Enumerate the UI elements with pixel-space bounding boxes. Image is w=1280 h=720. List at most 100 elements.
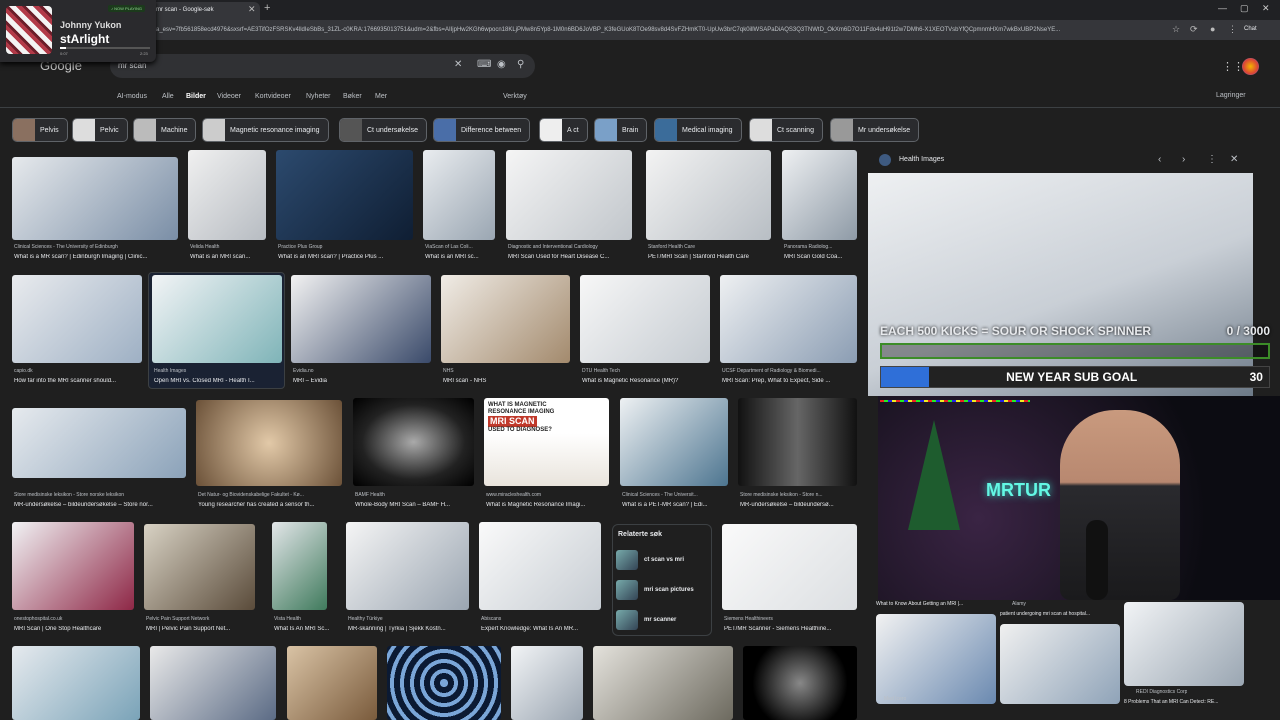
result-title[interactable]: MRI Scan Used for Heart Disease C...: [508, 254, 632, 260]
similar-image[interactable]: [876, 614, 996, 704]
result-title[interactable]: What is Magnetic Resonance Imagi...: [486, 502, 609, 508]
related-item[interactable]: mri scan pictures: [616, 580, 694, 600]
result-image[interactable]: [196, 400, 342, 486]
chip-mr-undersokelse[interactable]: Mr undersøkelse: [830, 118, 920, 142]
result-title[interactable]: What is an MRI scan...: [190, 254, 266, 260]
preview-image[interactable]: [868, 173, 1253, 396]
chip-pelvis[interactable]: Pelvis: [12, 118, 68, 142]
result-image[interactable]: [144, 524, 255, 610]
result-title[interactable]: Expert Knowledge: What Is An MR...: [481, 626, 601, 632]
result-title[interactable]: PET/MR Scanner - Siemens Healthine...: [724, 626, 857, 632]
result-title[interactable]: MR-skanning | Tyrkia | Sjekk Kostn...: [348, 626, 469, 632]
result-image[interactable]: [346, 522, 469, 610]
result-image[interactable]: [152, 275, 282, 363]
redi-title[interactable]: 8 Problems That an MRI Can Detect: RE...: [1124, 699, 1248, 705]
similar-image[interactable]: [1124, 602, 1244, 686]
result-title[interactable]: What is a MR scan? | Edinburgh Imaging |…: [14, 254, 178, 260]
minimize-icon[interactable]: —: [1218, 3, 1227, 13]
nav-mer[interactable]: Mer: [375, 93, 387, 100]
result-image[interactable]: [782, 150, 857, 240]
maximize-icon[interactable]: ▢: [1240, 3, 1249, 14]
chip-mri[interactable]: Magnetic resonance imaging: [202, 118, 329, 142]
more-icon[interactable]: ⋮: [1207, 154, 1217, 165]
nav-alle[interactable]: Alle: [162, 93, 174, 100]
result-image[interactable]: [12, 275, 142, 363]
chip-machine[interactable]: Machine: [133, 118, 197, 142]
url-field[interactable]: sca_esv=7fb561858ecd4976&sxsrf=AE3TifOzF…: [150, 24, 1160, 37]
browser-tab[interactable]: mr scan - Google-søk: [150, 2, 260, 20]
preview-source[interactable]: Health Images: [899, 156, 944, 163]
profile-icon[interactable]: ●: [1210, 24, 1215, 34]
result-image[interactable]: [743, 646, 857, 720]
similar-image[interactable]: [1000, 624, 1120, 704]
result-image[interactable]: [580, 275, 710, 363]
camera-icon[interactable]: ◉: [497, 59, 506, 70]
result-image[interactable]: [387, 646, 501, 720]
result-title[interactable]: MR-undersøkelse – bildeundersø...: [740, 502, 857, 508]
result-image[interactable]: [291, 275, 431, 363]
result-image[interactable]: [287, 646, 377, 720]
result-image[interactable]: [12, 157, 178, 240]
result-image[interactable]: [722, 524, 857, 610]
result-title[interactable]: PET/MRI Scan | Stanford Health Care: [648, 254, 771, 260]
result-title[interactable]: MRI Scan Gold Coa...: [784, 254, 857, 260]
result-title[interactable]: MRI | Pelvic Pain Support Net...: [146, 626, 255, 632]
result-image[interactable]: [423, 150, 495, 240]
result-image[interactable]: [738, 398, 857, 486]
saved-button[interactable]: Lagringer: [1216, 92, 1246, 99]
result-title[interactable]: What is an MRI scan? | Practice Plus ...: [278, 254, 412, 260]
result-image[interactable]: [12, 646, 140, 720]
result-image[interactable]: [506, 150, 632, 240]
result-title[interactable]: Open MRI vs. Closed MRI - Health I...: [154, 378, 282, 384]
result-title[interactable]: What is Magnetic Resonance (MR)?: [582, 378, 710, 384]
result-image[interactable]: [620, 398, 728, 486]
result-image[interactable]: [479, 522, 601, 610]
result-title[interactable]: What Is An MRI Sc...: [274, 626, 334, 632]
chip-medical-imaging[interactable]: Medical imaging: [654, 118, 742, 142]
chip-difference[interactable]: Difference between: [433, 118, 531, 142]
chat-button[interactable]: Chat: [1244, 23, 1278, 37]
chevron-left-icon[interactable]: ‹: [1158, 154, 1161, 165]
search-icon[interactable]: ⚲: [517, 59, 524, 70]
result-image[interactable]: [720, 275, 857, 363]
result-image[interactable]: [646, 150, 771, 240]
result-title[interactable]: MRI scan - NHS: [443, 378, 570, 384]
result-title[interactable]: What is an MRI sc...: [425, 254, 495, 260]
nav-boker[interactable]: Bøker: [343, 93, 362, 100]
bookmark-icon[interactable]: ☆: [1172, 24, 1180, 35]
nav-videoer[interactable]: Videoer: [217, 93, 241, 100]
apps-icon[interactable]: ⋮⋮: [1222, 60, 1244, 73]
window-close-icon[interactable]: ✕: [1262, 3, 1270, 14]
keyboard-icon[interactable]: ⌨: [477, 59, 491, 70]
close-icon[interactable]: ✕: [1230, 154, 1238, 165]
chip-brain[interactable]: Brain: [594, 118, 648, 142]
result-title[interactable]: MR-undersøkelse – bildeundersøkelse – St…: [14, 502, 186, 508]
result-image[interactable]: [150, 646, 276, 720]
nav-ai-modus[interactable]: AI-modus: [117, 93, 147, 100]
nav-kortvideoer[interactable]: Kortvideoer: [255, 93, 291, 100]
avatar[interactable]: [1242, 58, 1259, 75]
alamy-title[interactable]: patient undergoing mri scan at hospital.…: [1000, 611, 1122, 617]
extension-icon[interactable]: ⟳: [1190, 24, 1198, 35]
chip-a-ct[interactable]: A ct: [539, 118, 588, 142]
result-image[interactable]: [276, 150, 413, 240]
chevron-right-icon[interactable]: ›: [1182, 154, 1185, 165]
result-image[interactable]: [593, 646, 733, 720]
chip-ct-undersokelse[interactable]: Ct undersøkelse: [339, 118, 427, 142]
result-title[interactable]: What is a PET-MR scan? | Edi...: [622, 502, 728, 508]
chip-ct-scanning[interactable]: Ct scanning: [749, 118, 823, 142]
result-title[interactable]: MRI Scan: Prep, What to Expect, Side ...: [722, 378, 857, 384]
result-title[interactable]: MRI Scan | One Stop Healthcare: [14, 626, 134, 632]
related-item[interactable]: mr scanner: [616, 610, 676, 630]
preview-title[interactable]: What to Know About Getting an MRI |...: [876, 601, 994, 607]
close-icon[interactable]: ✕: [248, 4, 256, 15]
result-image[interactable]: [353, 398, 474, 486]
result-image[interactable]: [188, 150, 266, 240]
nav-nyheter[interactable]: Nyheter: [306, 93, 331, 100]
result-title[interactable]: How far into the MRI scanner should...: [14, 378, 142, 384]
search-box[interactable]: [110, 54, 535, 78]
tools-button[interactable]: Verktøy: [503, 93, 527, 100]
plus-icon[interactable]: +: [264, 2, 270, 14]
clear-icon[interactable]: ✕: [454, 59, 462, 70]
result-image[interactable]: [12, 408, 186, 478]
